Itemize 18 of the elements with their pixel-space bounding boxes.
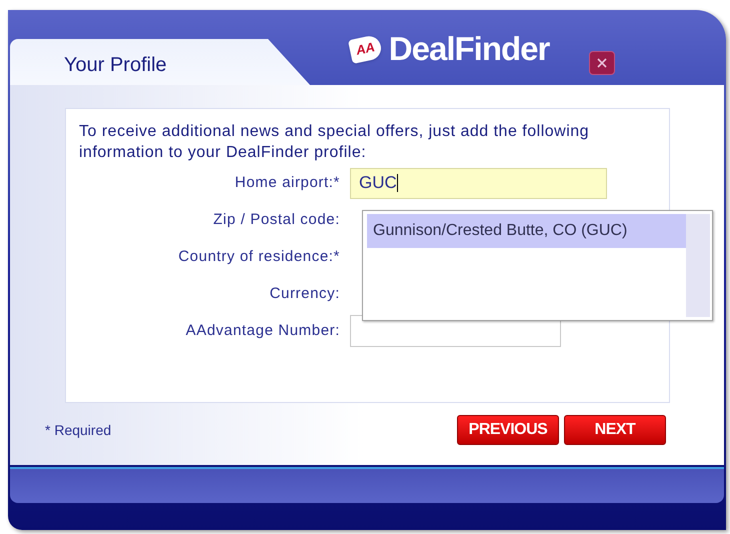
field-value: GUC bbox=[359, 172, 397, 194]
required-note: * Required bbox=[45, 420, 112, 440]
field-label: AAdvantage Number: bbox=[184, 320, 341, 341]
field-label: Zip / Postal code: bbox=[212, 210, 341, 230]
field-label: Country of residence:* bbox=[177, 246, 341, 267]
field-label: Currency: bbox=[268, 284, 341, 304]
intro-text: To receive additional news and special offers, just add the following information to your DealFinder profile: bbox=[79, 122, 590, 163]
scrollbar[interactable] bbox=[686, 214, 710, 317]
suggestion-item[interactable]: Gunnison/Crested Butte, CO (GUC) bbox=[367, 214, 686, 248]
brand-logo-text: DealFinder bbox=[388, 28, 550, 68]
close-icon bbox=[596, 57, 608, 69]
field-label: Home airport:* bbox=[234, 172, 341, 193]
next-button[interactable]: NEXT bbox=[564, 415, 666, 445]
previous-button[interactable]: PREVIOUS bbox=[457, 415, 559, 445]
input-field[interactable]: GUC bbox=[350, 168, 607, 198]
tab-title: Your Profile bbox=[64, 53, 167, 78]
logo-tag: AA bbox=[348, 34, 383, 63]
close-button[interactable] bbox=[589, 51, 616, 75]
